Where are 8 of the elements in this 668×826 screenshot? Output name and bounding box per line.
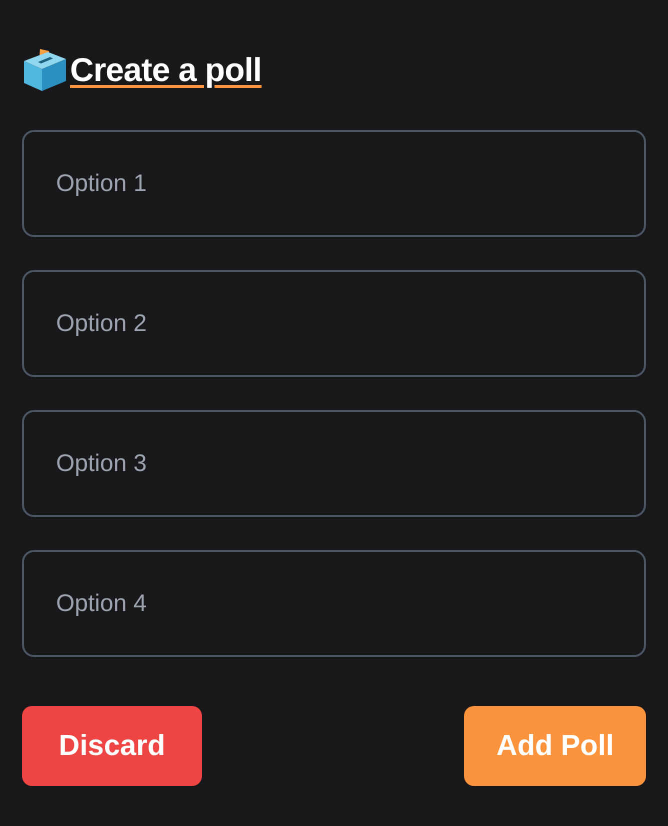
option-input[interactable]: Option 2: [22, 270, 646, 377]
add-poll-button[interactable]: Add Poll: [464, 706, 646, 786]
page-title: Create a poll: [70, 50, 262, 90]
option-input[interactable]: Option 1: [22, 130, 646, 237]
discard-button[interactable]: Discard: [22, 706, 202, 786]
option-input[interactable]: Option 3: [22, 410, 646, 517]
ballot-box-icon: [22, 47, 68, 93]
option-input[interactable]: Option 4: [22, 550, 646, 657]
